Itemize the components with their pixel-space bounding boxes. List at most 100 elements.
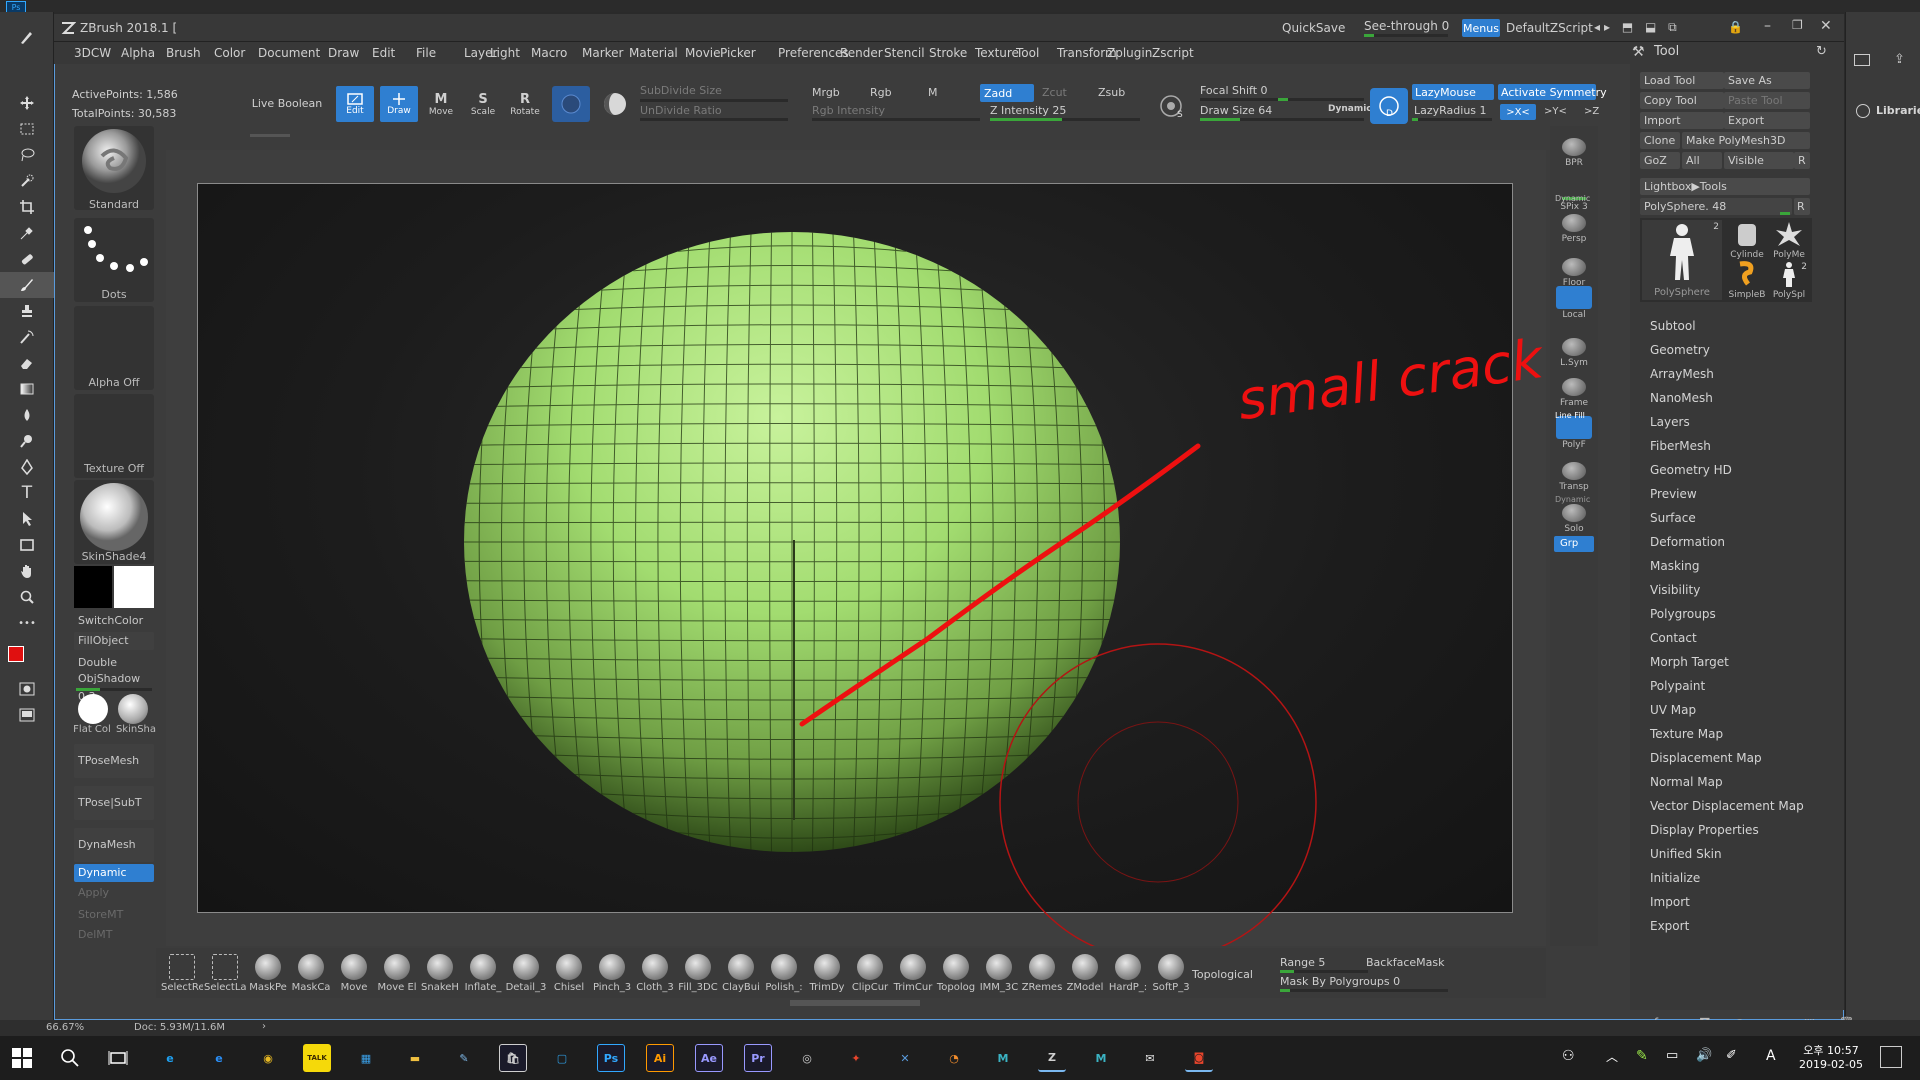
right-shelf-local-button[interactable]: Local bbox=[1554, 286, 1594, 322]
edge-icon[interactable]: e bbox=[205, 1044, 233, 1072]
lazymouse-toggle-icon[interactable]: D bbox=[1370, 88, 1408, 124]
lasso-icon[interactable] bbox=[0, 142, 54, 168]
kakaotalk-icon[interactable]: TALK bbox=[303, 1044, 331, 1072]
cylinder-thumb[interactable]: Cylinde bbox=[1726, 220, 1768, 260]
tool-make-polymesh3d-button[interactable]: Make PolyMesh3D bbox=[1682, 132, 1810, 149]
brush-icon[interactable] bbox=[0, 272, 54, 298]
dynamesh-button[interactable]: DynaMesh bbox=[74, 828, 154, 862]
tool-section-polygroups[interactable]: Polygroups bbox=[1650, 607, 1716, 621]
pen-icon[interactable] bbox=[0, 454, 54, 480]
tool-section-visibility[interactable]: Visibility bbox=[1650, 583, 1700, 597]
screen-mode-icon[interactable] bbox=[0, 702, 54, 728]
tpose-mesh-button[interactable]: TPoseMesh bbox=[74, 744, 154, 778]
store-mt-button[interactable]: StoreMT bbox=[74, 906, 154, 924]
history-brush-icon[interactable] bbox=[0, 324, 54, 350]
apply-button[interactable]: Apply bbox=[74, 884, 154, 902]
minimize-icon[interactable]: – bbox=[1764, 18, 1771, 34]
quick-select-icon[interactable] bbox=[0, 168, 54, 194]
ie-icon[interactable]: e bbox=[156, 1044, 184, 1072]
brush-maskpe[interactable]: MaskPe bbox=[248, 954, 288, 996]
lightbox-tools-button[interactable]: Lightbox▶Tools bbox=[1640, 178, 1810, 195]
tool-panel-refresh-icon[interactable]: ↻ bbox=[1816, 44, 1827, 59]
toolbar-scroll[interactable] bbox=[250, 134, 290, 137]
maya-icon[interactable]: M bbox=[989, 1044, 1017, 1072]
brush-size-icon[interactable]: S bbox=[1156, 90, 1188, 122]
brush-maskca[interactable]: MaskCa bbox=[291, 954, 331, 996]
spiral-app-icon[interactable]: ◎ bbox=[793, 1044, 821, 1072]
menu-file[interactable]: File bbox=[416, 42, 436, 64]
right-shelf-transp-button[interactable]: Transp bbox=[1554, 458, 1594, 494]
polyspl-thumb[interactable]: 2 PolySpl bbox=[1768, 260, 1810, 300]
move-icon[interactable] bbox=[0, 90, 54, 116]
foreground-color-swatch[interactable] bbox=[8, 646, 24, 662]
brush-polish-[interactable]: Polish_: bbox=[764, 954, 804, 996]
camera-app-icon[interactable]: ◙ bbox=[1185, 1044, 1213, 1072]
tool-section-preview[interactable]: Preview bbox=[1650, 487, 1697, 501]
fill-object-button[interactable]: FillObject bbox=[74, 632, 154, 650]
brush-zremes[interactable]: ZRemes bbox=[1022, 954, 1062, 996]
brush-hardp-[interactable]: HardP_: bbox=[1108, 954, 1148, 996]
ms-store-icon[interactable]: 🛍 bbox=[499, 1044, 527, 1072]
marquee-icon[interactable] bbox=[0, 116, 54, 142]
tool-all-button[interactable]: All bbox=[1682, 152, 1722, 169]
skin-shade-material-icon[interactable] bbox=[118, 694, 148, 724]
clock-date[interactable]: 2019-02-05 bbox=[1796, 1058, 1866, 1071]
tool-section-display-properties[interactable]: Display Properties bbox=[1650, 823, 1759, 837]
menu-render[interactable]: Render bbox=[840, 42, 883, 64]
edit-mode-button[interactable]: Edit bbox=[336, 86, 374, 122]
z-intensity-slider[interactable]: Z Intensity 25 bbox=[990, 104, 1066, 117]
right-shelf-lsym-button[interactable]: L.Sym bbox=[1554, 334, 1594, 370]
polysphere-r-button[interactable]: R bbox=[1794, 198, 1810, 215]
blur-icon[interactable] bbox=[0, 402, 54, 428]
menu-preferences[interactable]: Preferences bbox=[778, 42, 849, 64]
tool-import-button[interactable]: Import bbox=[1640, 112, 1724, 129]
right-shelf-persp-button[interactable]: Persp bbox=[1554, 210, 1594, 246]
menu-3dcw[interactable]: 3DCW bbox=[74, 42, 111, 64]
brush-trimdy[interactable]: TrimDy bbox=[807, 954, 847, 996]
brush-cloth-3[interactable]: Cloth_3 bbox=[635, 954, 675, 996]
brush-chisel[interactable]: Chisel bbox=[549, 954, 589, 996]
zsub-button[interactable]: Zsub bbox=[1098, 86, 1125, 99]
zcut-button[interactable]: Zcut bbox=[1042, 86, 1067, 99]
scale-mode-button[interactable]: S Scale bbox=[464, 86, 502, 122]
right-shelf-floor-button[interactable]: Floor bbox=[1554, 254, 1594, 290]
switch-color-button[interactable]: SwitchColor bbox=[74, 612, 154, 630]
zoom-level[interactable]: 66.67% bbox=[46, 1022, 84, 1033]
tool-section-vector-displacement-map[interactable]: Vector Displacement Map bbox=[1650, 799, 1804, 813]
sphere-mesh[interactable] bbox=[457, 232, 1127, 852]
hand-icon[interactable] bbox=[0, 558, 54, 584]
tool-load-tool-button[interactable]: Load Tool bbox=[1640, 72, 1724, 89]
tool-section-layers[interactable]: Layers bbox=[1650, 415, 1690, 429]
rgb-intensity-slider[interactable]: Rgb Intensity bbox=[812, 104, 885, 117]
tool-section-nanomesh[interactable]: NanoMesh bbox=[1650, 391, 1713, 405]
tool-section-polypaint[interactable]: Polypaint bbox=[1650, 679, 1705, 693]
clock-time[interactable]: 오후 10:57 bbox=[1796, 1042, 1866, 1058]
tool-copy-tool-button[interactable]: Copy Tool bbox=[1640, 92, 1724, 109]
gizmo-toggle-button[interactable] bbox=[552, 86, 590, 122]
brush-fill-3dc[interactable]: Fill_3DC bbox=[678, 954, 718, 996]
tool-section-initialize[interactable]: Initialize bbox=[1650, 871, 1700, 885]
type-icon[interactable]: T bbox=[0, 480, 54, 506]
topological-button[interactable]: Topological bbox=[1192, 968, 1253, 981]
eraser-icon[interactable] bbox=[0, 350, 54, 376]
tool-section-uv-map[interactable]: UV Map bbox=[1650, 703, 1696, 717]
tool-visible-button[interactable]: Visible bbox=[1724, 152, 1794, 169]
tool-section-texture-map[interactable]: Texture Map bbox=[1650, 727, 1723, 741]
tray-stylus-icon[interactable]: ✐ bbox=[1726, 1048, 1737, 1063]
draw-mode-button[interactable]: Draw bbox=[380, 86, 418, 122]
scene-overlay[interactable]: small crack! bbox=[166, 150, 1546, 946]
brush-detail-3[interactable]: Detail_3 bbox=[506, 954, 546, 996]
brush-selectre[interactable]: SelectRe bbox=[161, 954, 203, 996]
menu-document[interactable]: Document bbox=[258, 42, 320, 64]
activate-symmetry-button[interactable]: Activate Symmetry bbox=[1498, 84, 1607, 100]
live-boolean-button[interactable]: Live Boolean bbox=[250, 92, 324, 114]
volume-icon[interactable]: 🔊 bbox=[1696, 1048, 1712, 1063]
color-swatches[interactable] bbox=[0, 636, 53, 676]
tool-goz-button[interactable]: GoZ bbox=[1640, 152, 1680, 169]
healing-icon[interactable] bbox=[0, 246, 54, 272]
brush-clipcur[interactable]: ClipCur bbox=[850, 954, 890, 996]
zbrush-taskbar-icon[interactable]: Z bbox=[1038, 1044, 1066, 1072]
menu-material[interactable]: Material bbox=[629, 42, 678, 64]
subdivide-size-slider[interactable]: SubDivide Size bbox=[640, 84, 722, 97]
pencil-app-icon[interactable]: ✎ bbox=[450, 1044, 478, 1072]
